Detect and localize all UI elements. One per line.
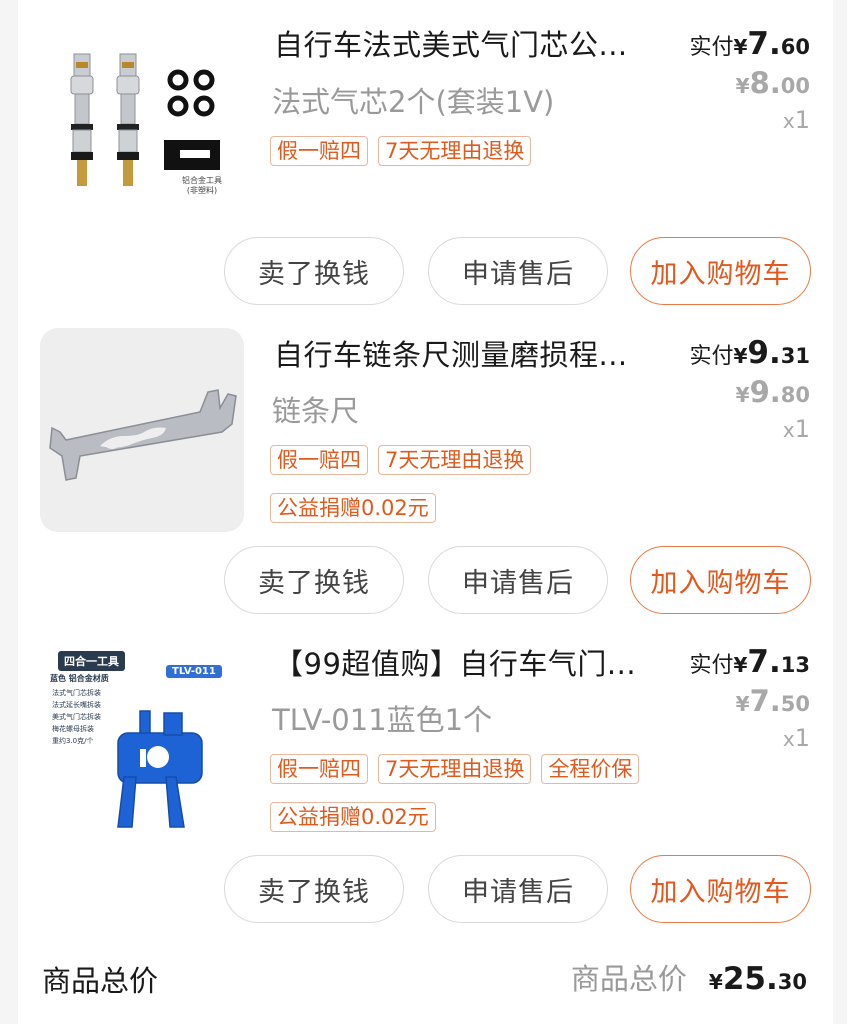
quantity: x1: [689, 106, 810, 134]
paid-price: 实付¥7.13: [689, 644, 810, 680]
order-card: 铝合金工具 (非塑料) 自行车法式美式气门芯公... 法式气芯2个(套装1V) …: [18, 0, 833, 1024]
currency-symbol: ¥: [735, 692, 750, 716]
currency-symbol: ¥: [733, 344, 748, 368]
paid-integer: 7.: [747, 644, 781, 680]
image-caption: 铝合金工具 (非塑料): [182, 176, 222, 195]
original-price: ¥8.00: [689, 66, 810, 100]
total-integer: 25.: [722, 961, 778, 997]
product-image-valve-cores[interactable]: 铝合金工具 (非塑料): [40, 22, 244, 226]
qty-prefix: x: [782, 109, 795, 133]
tag-7day-return: 7天无理由退换: [378, 754, 532, 784]
service-tags: 假一赔四 7天无理由退换 全程价保: [270, 754, 640, 784]
original-price: ¥7.50: [689, 684, 810, 718]
product-spec: 法式气芯2个(套装1V): [272, 85, 555, 119]
sell-button[interactable]: 卖了换钱: [224, 237, 404, 305]
total-label: 商品总价: [42, 964, 159, 998]
paid-integer: 9.: [747, 335, 781, 371]
sell-button[interactable]: 卖了换钱: [224, 546, 404, 614]
paid-price: 实付¥9.31: [689, 335, 810, 371]
orig-integer: 8.: [749, 66, 781, 100]
total-decimal: 30: [777, 970, 807, 994]
product-title[interactable]: 自行车链条尺测量磨损程...: [274, 332, 649, 374]
currency-symbol: ¥: [735, 383, 750, 407]
tag-7day-return: 7天无理由退换: [378, 445, 532, 475]
sell-button[interactable]: 卖了换钱: [224, 855, 404, 923]
service-tags: 假一赔四 7天无理由退换: [270, 445, 532, 475]
after-sale-button[interactable]: 申请售后: [428, 855, 608, 923]
price-block: 实付¥9.31 ¥9.80 x1: [689, 335, 810, 443]
paid-integer: 7.: [747, 26, 781, 62]
valve-tool-illustration: [117, 710, 203, 828]
paid-decimal: 13: [780, 653, 810, 677]
currency-symbol: ¥: [733, 653, 748, 677]
currency-symbol: ¥: [708, 970, 723, 994]
paid-label: 实付: [689, 344, 734, 369]
chain-checker-illustration: [49, 389, 237, 481]
after-sale-button[interactable]: 申请售后: [428, 546, 608, 614]
product-image-valve-tool[interactable]: 四合一工具 TLV-011 蓝色 铝合金材质 法式气门芯拆装 法式延长嘴拆装 美…: [40, 637, 244, 841]
qty-prefix: x: [782, 727, 795, 751]
orig-integer: 7.: [749, 684, 781, 718]
charity-tags: 公益捐赠0.02元: [270, 802, 436, 832]
add-to-cart-button[interactable]: 加入购物车: [630, 855, 811, 923]
service-tags: 假一赔四 7天无理由退换: [270, 136, 532, 166]
add-to-cart-button[interactable]: 加入购物车: [630, 237, 811, 305]
currency-symbol: ¥: [733, 35, 748, 59]
quantity: x1: [689, 724, 810, 752]
tag-fake-compensation: 假一赔四: [270, 754, 368, 784]
tag-price-protection: 全程价保: [541, 754, 640, 784]
product-image-chain-checker[interactable]: [40, 328, 244, 532]
product-spec: TLV-011蓝色1个: [272, 703, 493, 737]
charity-tags: 公益捐赠0.02元: [270, 493, 436, 523]
add-to-cart-button[interactable]: 加入购物车: [630, 546, 811, 614]
tag-fake-compensation: 假一赔四: [270, 136, 368, 166]
tag-charity-donation: 公益捐赠0.02元: [270, 802, 436, 832]
product-title[interactable]: 【99超值购】自行车气门...: [274, 641, 649, 683]
total-amount: 商品总价 ¥25.30: [571, 956, 807, 998]
tag-7day-return: 7天无理由退换: [378, 136, 532, 166]
after-sale-button[interactable]: 申请售后: [428, 237, 608, 305]
orig-decimal: 80: [780, 383, 810, 407]
tag-charity-donation: 公益捐赠0.02元: [270, 493, 436, 523]
price-block: 实付¥7.13 ¥7.50 x1: [689, 644, 810, 752]
product-title[interactable]: 自行车法式美式气门芯公...: [274, 22, 649, 64]
tag-fake-compensation: 假一赔四: [270, 445, 368, 475]
qty-value: 1: [794, 106, 810, 134]
original-price: ¥9.80: [689, 375, 810, 409]
price-block: 实付¥7.60 ¥8.00 x1: [689, 26, 810, 134]
order-total-row: 商品总价 商品总价 ¥25.30: [18, 948, 833, 1008]
quantity: x1: [689, 415, 810, 443]
orig-decimal: 00: [780, 74, 810, 98]
paid-decimal: 31: [780, 344, 810, 368]
qty-value: 1: [794, 724, 810, 752]
paid-label: 实付: [689, 653, 734, 678]
currency-symbol: ¥: [735, 74, 750, 98]
paid-price: 实付¥7.60: [689, 26, 810, 62]
total-amount-label: 商品总价: [570, 962, 687, 996]
paid-label: 实付: [689, 35, 734, 60]
paid-decimal: 60: [780, 35, 810, 59]
qty-value: 1: [794, 415, 810, 443]
qty-prefix: x: [782, 418, 795, 442]
orig-decimal: 50: [780, 692, 810, 716]
orig-integer: 9.: [749, 375, 781, 409]
product-spec: 链条尺: [272, 394, 360, 428]
